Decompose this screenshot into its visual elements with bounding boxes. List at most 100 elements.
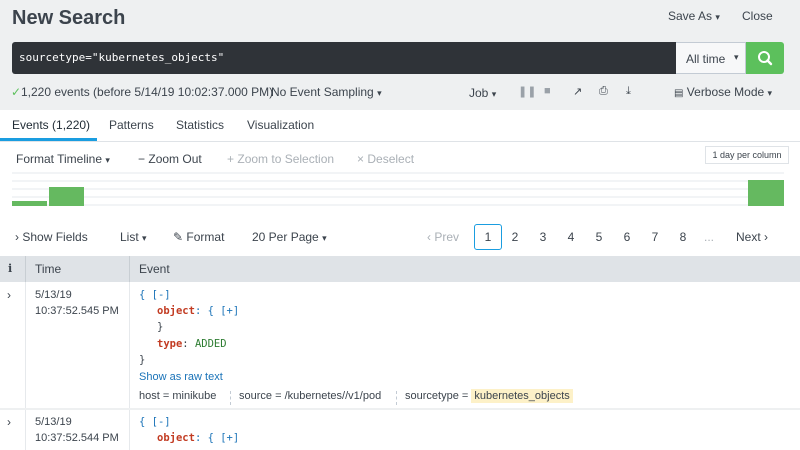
field-source-value[interactable]: /kubernetes//v1/pod [285,390,382,402]
table-header [0,256,800,282]
field-sourcetype-label: sourcetype = [405,390,469,402]
show-fields-button[interactable]: › Show Fields [15,230,88,244]
event-sampling-label: No Event Sampling [271,85,374,99]
page-button-2[interactable]: 2 [507,230,523,244]
format-button[interactable]: ✎ Format [173,230,224,244]
search-input[interactable]: sourcetype="kubernetes_objects" [19,51,224,64]
event-date[interactable]: 5/13/19 [35,416,72,428]
time-range-label: All time [686,52,726,66]
json-expand-toggle[interactable]: : { [+] [195,432,239,444]
time-column-header[interactable]: Time [35,262,61,276]
timeline-gridlines [12,172,784,206]
expand-row-icon[interactable]: › [7,288,11,302]
chevron-right-icon: › [15,230,19,244]
json-expand-toggle[interactable]: : { [+] [195,305,239,317]
next-label: Next [736,230,761,244]
caret-down-icon: ▾ [491,89,497,99]
show-raw-text-link[interactable]: Show as raw text [139,371,223,383]
export-icon[interactable]: ⤓ [626,85,631,98]
pause-icon[interactable]: ❚❚ [518,85,536,98]
json-collapse-toggle[interactable]: { [-] [139,289,171,301]
job-menu[interactable]: Job ▾ [469,86,496,100]
json-key-type: type [157,338,183,350]
timeline-bar[interactable] [12,201,47,206]
json-value-type[interactable]: ADDED [195,338,227,350]
caret-down-icon: ▾ [767,88,773,98]
event-time[interactable]: 10:37:52.545 PM [35,305,119,317]
search-bar[interactable]: sourcetype="kubernetes_objects" [12,42,676,74]
search-mode-label: Verbose Mode [686,85,765,99]
event-time[interactable]: 10:37:52.544 PM [35,432,119,444]
field-source-label: source = [239,390,282,402]
expand-row-icon[interactable]: › [7,415,11,429]
zoom-to-selection-button[interactable]: + Zoom to Selection [227,152,334,166]
save-as-menu[interactable]: Save As ▾ [668,9,720,23]
json-close-brace: } [157,321,164,333]
next-page-button[interactable]: Next › [736,230,768,244]
zoom-selection-label: Zoom to Selection [237,152,335,166]
timeline-bar[interactable] [748,180,784,206]
save-as-label: Save As [668,9,713,23]
per-page-menu[interactable]: 20 Per Page ▾ [252,230,327,244]
tab-visualization[interactable]: Visualization [247,118,314,132]
column-divider [25,256,26,282]
column-divider [129,410,130,450]
field-sourcetype-value[interactable]: kubernetes_objects [471,389,573,403]
field-sourcetype[interactable]: sourcetype = kubernetes_objects [405,389,573,403]
event-sampling-menu[interactable]: No Event Sampling ▾ [271,85,382,99]
caret-down-icon: ▾ [734,52,739,62]
search-mode-menu[interactable]: ▤ Verbose Mode ▾ [674,85,772,99]
event-count-status: 1,220 events (before 5/14/19 10:02:37.00… [21,85,274,99]
page-button-8[interactable]: 8 [675,230,691,244]
json-close-brace: } [139,354,146,366]
caret-down-icon: ▾ [715,12,720,22]
json-key-object: object [157,305,195,317]
page-button-3[interactable]: 3 [535,230,551,244]
page-button-6[interactable]: 6 [619,230,635,244]
json-object-line: object: { [+] [157,432,239,444]
search-button[interactable] [746,42,784,74]
page-button-5[interactable]: 5 [591,230,607,244]
event-column-header: Event [139,262,170,276]
tab-statistics[interactable]: Statistics [176,118,224,132]
zoom-out-button[interactable]: − Zoom Out [138,152,202,166]
format-label: Format [186,230,225,244]
event-date[interactable]: 5/13/19 [35,289,72,301]
time-range-picker[interactable]: All time ▾ [676,42,746,74]
page-button-4[interactable]: 4 [563,230,579,244]
close-button[interactable]: Close [742,9,773,23]
page-button-1[interactable]: 1 [474,224,502,250]
info-column-header: i [8,262,13,275]
mode-icon: ▤ [674,88,684,99]
list-view-menu[interactable]: List ▾ [120,230,147,244]
print-icon[interactable]: ⎙ [599,85,608,98]
timeline-bar[interactable] [49,187,84,206]
field-host[interactable]: host = minikube [139,390,216,402]
timeline-chart[interactable] [12,172,784,206]
deselect-label: Deselect [367,152,415,166]
column-divider [25,410,26,450]
json-key-object: object [157,432,195,444]
share-icon[interactable]: ↗ [573,85,582,98]
tab-patterns[interactable]: Patterns [109,118,154,132]
page-button-7[interactable]: 7 [647,230,663,244]
column-divider [25,282,26,408]
field-host-value[interactable]: minikube [172,390,216,402]
field-separator [230,391,231,405]
minus-icon: − [138,152,146,166]
format-timeline-menu[interactable]: Format Timeline ▾ [16,152,110,166]
page-title: New Search [12,7,126,29]
active-tab-indicator [0,138,97,141]
tab-events[interactable]: Events (1,220) [12,118,90,132]
table-row [0,282,800,408]
json-type-line: type: ADDED [157,338,227,350]
prev-page-button[interactable]: ‹ Prev [427,230,459,244]
list-label: List [120,230,139,244]
table-row [0,410,800,450]
stop-icon[interactable]: ■ [544,85,551,97]
field-source[interactable]: source = /kubernetes//v1/pod [239,390,381,402]
prev-label: Prev [434,230,460,244]
format-timeline-label: Format Timeline [16,152,103,166]
json-collapse-toggle[interactable]: { [-] [139,416,171,428]
deselect-button[interactable]: × Deselect [357,152,414,166]
